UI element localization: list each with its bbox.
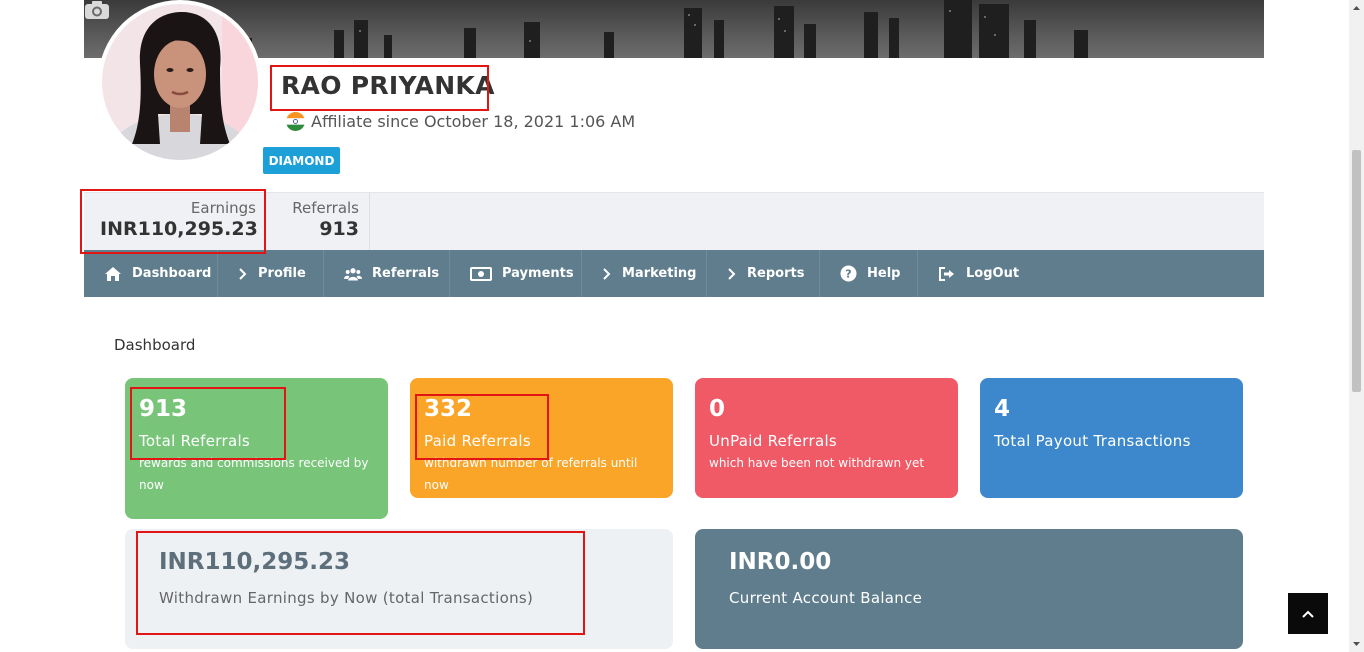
sign-out-icon xyxy=(938,266,956,282)
nav-help[interactable]: ? Help xyxy=(820,250,918,297)
stats-strip: Earnings INR110,295.23 Referrals 913 xyxy=(84,192,1264,251)
nav-logout[interactable]: LogOut xyxy=(918,250,1030,297)
scroll-up-arrow-icon[interactable] xyxy=(1352,4,1361,12)
nav-referrals[interactable]: Referrals xyxy=(324,250,450,297)
page-scrollbar[interactable] xyxy=(1349,0,1364,652)
card-value: 913 xyxy=(139,396,188,422)
svg-text:?: ? xyxy=(845,268,851,281)
card-subtitle: which have been not withdrawn yet xyxy=(709,456,925,470)
profile-avatar[interactable] xyxy=(102,4,258,160)
card-title: Total Referrals xyxy=(139,432,251,450)
users-icon xyxy=(344,266,362,282)
tier-badge: DIAMOND xyxy=(263,147,340,174)
nav-help-label: Help xyxy=(867,266,901,281)
home-icon xyxy=(104,266,122,282)
nav-reports-label: Reports xyxy=(747,266,805,281)
card-value: INR110,295.23 xyxy=(159,549,351,575)
referrals-label: Referrals xyxy=(292,199,359,217)
scrollbar-thumb[interactable] xyxy=(1352,150,1361,392)
card-subtitle: withdrawn number of referrals until now xyxy=(424,456,638,492)
earnings-value: INR110,295.23 xyxy=(100,218,258,240)
money-icon xyxy=(470,266,492,282)
profile-name: RAO PRIYANKA xyxy=(281,71,495,100)
earnings-stat: Earnings INR110,295.23 xyxy=(100,193,258,251)
referrals-value: 913 xyxy=(319,218,359,240)
card-value: 332 xyxy=(424,396,473,422)
nav-profile[interactable]: Profile xyxy=(218,250,324,297)
section-title: Dashboard xyxy=(114,336,196,354)
card-subtitle: rewards and commissions received by now xyxy=(139,456,369,492)
earnings-label: Earnings xyxy=(190,199,256,217)
nav-reports[interactable]: Reports xyxy=(707,250,820,297)
paid-referrals-card[interactable]: 332 Paid Referrals withdrawn number of r… xyxy=(410,378,673,498)
chevron-right-icon xyxy=(238,266,248,282)
card-value: 0 xyxy=(709,396,726,422)
chevron-up-icon xyxy=(1302,610,1314,618)
card-value: INR0.00 xyxy=(729,549,832,575)
affiliate-since-text: Affiliate since October 18, 2021 1:06 AM xyxy=(311,112,636,131)
card-title: Withdrawn Earnings by Now (total Transac… xyxy=(159,589,534,607)
affiliate-dashboard-page: RAO PRIYANKA Affiliate since October 18,… xyxy=(0,0,1364,652)
card-value: 4 xyxy=(994,396,1011,422)
payout-transactions-card[interactable]: 4 Total Payout Transactions xyxy=(980,378,1243,498)
nav-dashboard[interactable]: Dashboard xyxy=(84,250,218,297)
nav-marketing-label: Marketing xyxy=(622,266,697,281)
affiliate-since: Affiliate since October 18, 2021 1:06 AM xyxy=(286,112,635,131)
card-title: Paid Referrals xyxy=(424,432,531,450)
account-balance-card[interactable]: INR0.00 Current Account Balance xyxy=(695,529,1243,649)
question-circle-icon: ? xyxy=(840,265,857,282)
main-nav: Dashboard Profile Referrals Payments Mar… xyxy=(84,250,1264,297)
cover-banner xyxy=(84,0,1264,58)
nav-marketing[interactable]: Marketing xyxy=(582,250,707,297)
nav-profile-label: Profile xyxy=(258,266,306,281)
chevron-right-icon xyxy=(727,266,737,282)
india-flag-icon xyxy=(286,112,305,131)
nav-logout-label: LogOut xyxy=(966,266,1020,281)
total-referrals-card[interactable]: 913 Total Referrals rewards and commissi… xyxy=(125,378,388,519)
nav-referrals-label: Referrals xyxy=(372,266,440,281)
card-title: Total Payout Transactions xyxy=(994,432,1191,450)
back-to-top-button[interactable] xyxy=(1288,593,1328,634)
unpaid-referrals-card[interactable]: 0 UnPaid Referrals which have been not w… xyxy=(695,378,958,498)
card-title: Current Account Balance xyxy=(729,589,923,607)
nav-payments-label: Payments xyxy=(502,266,574,281)
nav-payments[interactable]: Payments xyxy=(450,250,582,297)
referrals-stat: Referrals 913 xyxy=(270,193,370,251)
camera-icon[interactable] xyxy=(84,0,110,20)
chevron-right-icon xyxy=(602,266,612,282)
withdrawn-earnings-card[interactable]: INR110,295.23 Withdrawn Earnings by Now … xyxy=(125,529,673,649)
card-title: UnPaid Referrals xyxy=(709,432,838,450)
scroll-down-arrow-icon[interactable] xyxy=(1352,640,1361,648)
nav-dashboard-label: Dashboard xyxy=(132,266,212,281)
